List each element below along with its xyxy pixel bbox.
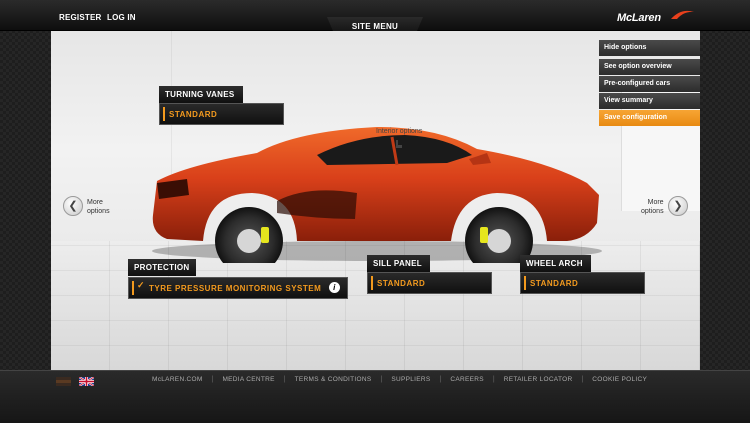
flag-uk-icon[interactable]: [79, 377, 94, 386]
info-icon[interactable]: i: [329, 282, 340, 293]
menu-pre-configured-cars[interactable]: Pre-configured cars: [599, 76, 700, 92]
menu-hide-options[interactable]: Hide options: [599, 40, 700, 56]
register-link[interactable]: REGISTER: [59, 13, 102, 22]
arrow-left-icon: ❮: [68, 200, 78, 212]
turning-vanes-label: TURNING VANES: [159, 86, 243, 103]
protection-label: PROTECTION: [128, 259, 196, 276]
more-options-right-line2: options: [641, 208, 664, 215]
flag-other-icon[interactable]: [56, 377, 71, 386]
footer-link-terms[interactable]: TERMS & CONDITIONS: [295, 376, 372, 383]
menu-see-option-overview[interactable]: See option overview: [599, 59, 700, 75]
next-view-button[interactable]: ❯: [668, 196, 688, 216]
check-icon: ✓: [137, 280, 146, 290]
footer-separator: |: [283, 376, 286, 383]
menu-view-summary[interactable]: View summary: [599, 93, 700, 109]
footer: McLAREN.COM | MEDIA CENTRE | TERMS & CON…: [0, 370, 750, 423]
footer-link-mclaren-com[interactable]: McLAREN.COM: [152, 376, 203, 383]
protection-value-text: TYRE PRESSURE MONITORING SYSTEM: [149, 284, 322, 293]
footer-link-suppliers[interactable]: SUPPLIERS: [391, 376, 430, 383]
protection-value[interactable]: ✓ TYRE PRESSURE MONITORING SYSTEM i: [128, 277, 348, 299]
more-options-left-line1: More: [87, 199, 103, 206]
sill-panel-label: SILL PANEL: [367, 255, 430, 272]
seat-icon[interactable]: [394, 139, 404, 149]
speedmark-icon: [671, 10, 694, 19]
footer-separator: |: [492, 376, 495, 383]
footer-link-retailer-locator[interactable]: RETAILER LOCATOR: [504, 376, 573, 383]
more-options-right[interactable]: More options: [641, 198, 664, 216]
wheel-arch-label: WHEEL ARCH: [520, 255, 591, 272]
footer-separator: |: [380, 376, 383, 383]
footer-link-careers[interactable]: CAREERS: [450, 376, 484, 383]
car-image[interactable]: [147, 123, 607, 263]
prev-view-button[interactable]: ❮: [63, 196, 83, 216]
footer-link-cookie-policy[interactable]: COOKIE POLICY: [592, 376, 647, 383]
arrow-right-icon: ❯: [673, 200, 683, 212]
footer-separator: |: [581, 376, 584, 383]
right-carbon-panel: [700, 0, 750, 423]
sill-panel-value[interactable]: STANDARD: [367, 272, 492, 294]
interior-options-link[interactable]: Interior options: [376, 128, 422, 135]
more-options-left[interactable]: More options: [87, 198, 110, 216]
site-menu-button[interactable]: SITE MENU: [327, 22, 423, 31]
logo-wordmark: McLaren: [617, 12, 661, 24]
menu-save-configuration[interactable]: Save configuration: [599, 110, 700, 126]
mclaren-logo[interactable]: McLaren: [617, 10, 695, 26]
more-options-right-line1: More: [647, 199, 664, 206]
footer-link-media-centre[interactable]: MEDIA CENTRE: [222, 376, 274, 383]
login-link[interactable]: LOG IN: [107, 13, 136, 22]
footer-separator: |: [439, 376, 442, 383]
footer-separator: |: [211, 376, 214, 383]
more-options-left-line2: options: [87, 208, 110, 215]
left-carbon-panel: [0, 0, 51, 423]
turning-vanes-value[interactable]: STANDARD: [159, 103, 284, 125]
options-menu: Hide options See option overview Pre-con…: [599, 40, 700, 127]
wheel-arch-value[interactable]: STANDARD: [520, 272, 645, 294]
footer-links: McLAREN.COM | MEDIA CENTRE | TERMS & CON…: [152, 376, 647, 383]
